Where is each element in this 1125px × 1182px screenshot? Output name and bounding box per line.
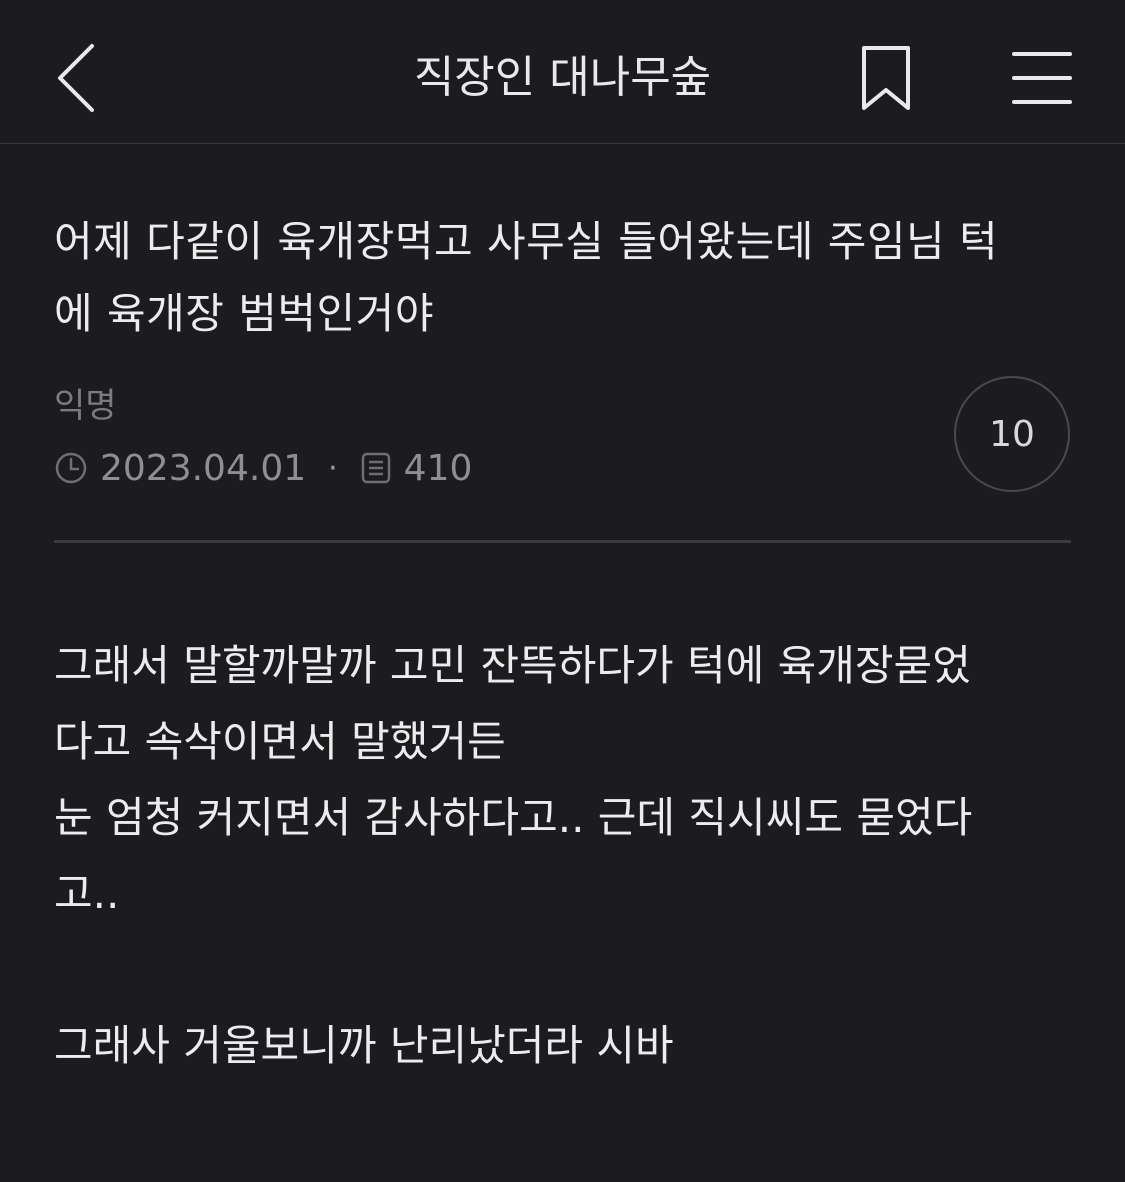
page-title: 직장인 대나무숲	[413, 52, 712, 103]
post-author: 익명	[54, 386, 117, 426]
bookmark-button[interactable]	[856, 42, 916, 116]
top-bar: 직장인 대나무숲	[0, 0, 1125, 144]
clock-icon	[54, 451, 88, 485]
post-meta: 2023.04.01 · 410	[54, 444, 472, 492]
divider	[54, 540, 1071, 543]
post-body-line: 그래사 거울보니까 난리났더라 시바	[54, 1021, 674, 1070]
post-body-line: 다고 속삭이면서 말했거든	[54, 717, 506, 766]
post-title-line: 에 육개장 범벅인거야	[54, 289, 434, 338]
hamburger-menu-icon	[1012, 52, 1072, 104]
post-body-line: 그래서 말할까말까 고민 잔뜩하다가 턱에 육개장묻었	[54, 641, 971, 690]
post-body-line: 눈 엄청 커지면서 감사하다고.. 근데 직시씨도 묻었다	[54, 793, 973, 842]
post-title-line: 어제 다같이 육개장먹고 사무실 들어왔는데 주임님 턱	[54, 217, 999, 266]
post-body-line: 고..	[54, 869, 120, 918]
menu-button[interactable]	[1008, 46, 1078, 112]
view-count: 410	[403, 447, 473, 489]
comment-count-button[interactable]: 10	[954, 376, 1070, 492]
views-document-icon	[360, 451, 392, 485]
post-title: 어제 다같이 육개장먹고 사무실 들어왔는데 주임님 턱 에 육개장 범벅인거야	[54, 206, 1064, 350]
post-body: 그래서 말할까말까 고민 잔뜩하다가 턱에 육개장묻었 다고 속삭이면서 말했거…	[54, 628, 1064, 1084]
meta-separator: ·	[328, 450, 338, 486]
post-date: 2023.04.01	[100, 447, 307, 489]
bookmark-icon	[862, 46, 910, 110]
